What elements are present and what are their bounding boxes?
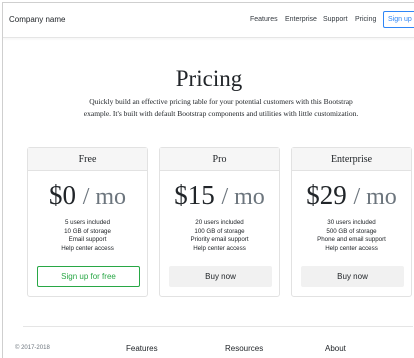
card-title: Enterprise	[292, 148, 411, 171]
feature-item: 100 GB of storage	[194, 227, 245, 235]
nav-link-enterprise[interactable]: Enterprise	[285, 16, 317, 23]
card-title: Pro	[160, 148, 279, 171]
feature-item: 10 GB of storage	[64, 227, 111, 235]
feature-item: Email support	[68, 236, 107, 243]
pricing-card-free: Free $0 / mo 5 users included 10 GB of s…	[27, 147, 148, 297]
price-unit: / mo	[221, 184, 265, 210]
price-unit: / mo	[353, 184, 397, 210]
price-amount: $29	[306, 180, 347, 210]
feature-item: 20 users included	[195, 219, 244, 226]
footer-divider	[23, 326, 413, 327]
feature-list: 30 users included 500 GB of storage Phon…	[292, 219, 411, 253]
browser-viewport: Company name Features Enterprise Support…	[2, 2, 414, 358]
pricing-card-pro: Pro $15 / mo 20 users included 100 GB of…	[159, 147, 280, 297]
feature-list: 5 users included 10 GB of storage Email …	[28, 219, 147, 253]
footer-heading-about: About	[325, 344, 346, 353]
footer-heading-resources: Resources	[225, 344, 264, 353]
top-navbar: Company name Features Enterprise Support…	[3, 3, 414, 38]
feature-item: Help center access	[193, 244, 246, 252]
feature-item: Help center access	[325, 244, 378, 252]
footer-heading-features: Features	[126, 344, 158, 353]
brand-name[interactable]: Company name	[9, 15, 65, 24]
price-unit: / mo	[82, 184, 127, 210]
page-title: Pricing	[175, 66, 243, 91]
card-price: $15 / mo	[160, 180, 279, 211]
feature-item: 5 users included	[64, 219, 111, 226]
nav-link-features[interactable]: Features	[250, 16, 278, 23]
card-price: $29 / mo	[292, 180, 411, 211]
copyright-text: © 2017-2018	[15, 345, 50, 351]
card-title: Free	[28, 148, 147, 171]
nav-link-pricing[interactable]: Pricing	[355, 16, 376, 23]
feature-item: Help center access	[61, 244, 114, 252]
price-amount: $0	[48, 180, 76, 210]
price-amount: $15	[174, 180, 215, 210]
card-price: $0 / mo	[28, 180, 147, 211]
feature-item: Priority email support	[190, 236, 249, 243]
feature-list: 20 users included 100 GB of storage Prio…	[160, 219, 279, 253]
buy-now-button-pro[interactable]: Buy now	[169, 266, 272, 287]
signup-button[interactable]: Sign up	[383, 11, 414, 28]
feature-item: 30 users included	[327, 219, 376, 226]
pricing-card-enterprise: Enterprise $29 / mo 30 users included 50…	[291, 147, 412, 297]
hero-lead-text: Quickly build an effective pricing table…	[83, 97, 359, 118]
signup-free-button[interactable]: Sign up for free	[37, 266, 140, 287]
feature-item: 500 GB of storage	[326, 227, 377, 235]
buy-now-button-enterprise[interactable]: Buy now	[301, 266, 404, 287]
nav-link-support[interactable]: Support	[323, 16, 348, 23]
feature-item: Phone and email support	[317, 236, 386, 243]
